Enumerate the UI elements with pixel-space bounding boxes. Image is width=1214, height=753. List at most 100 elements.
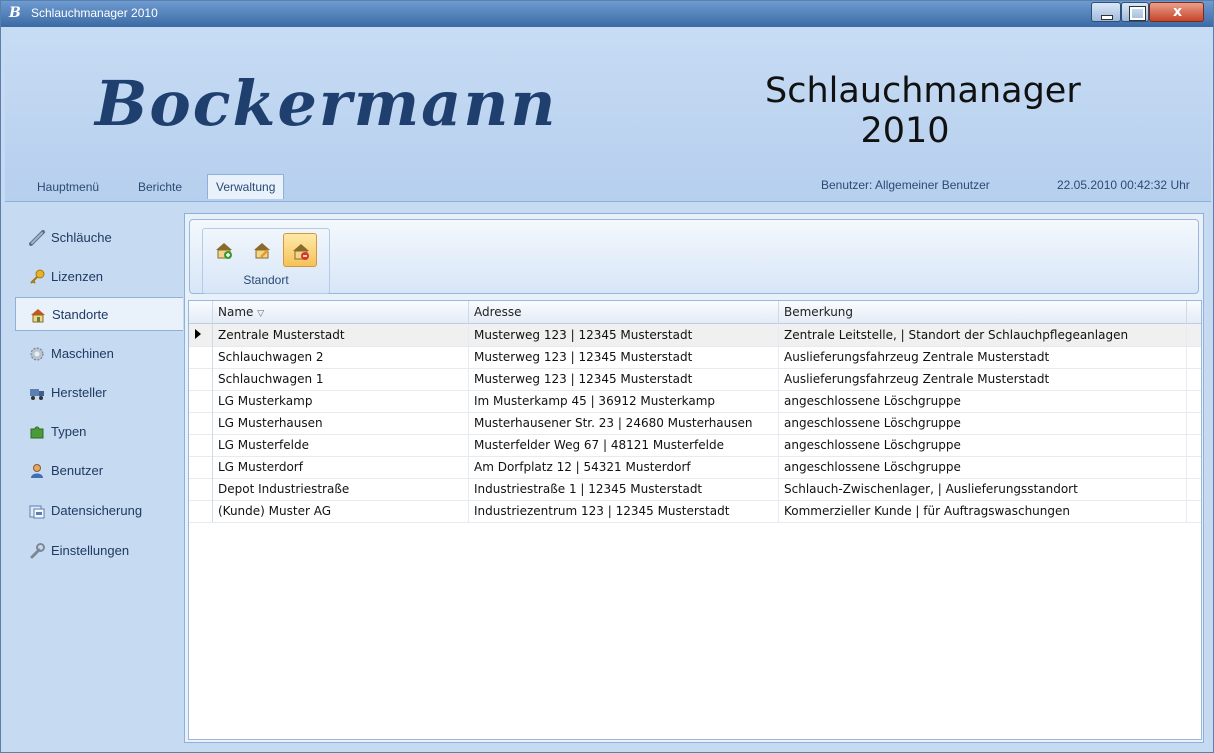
row-selector[interactable] xyxy=(189,456,213,478)
key-icon xyxy=(29,269,45,285)
app-title: Schlauchmanager 2010 xyxy=(765,71,1081,151)
cell-bemerkung[interactable]: Auslieferungsfahrzeug Zentrale Mustersta… xyxy=(779,346,1187,368)
cell-bemerkung[interactable]: Zentrale Leitstelle, | Standort der Schl… xyxy=(779,324,1187,346)
column-header-adresse[interactable]: Adresse xyxy=(469,301,779,323)
cell-name[interactable]: Schlauchwagen 2 xyxy=(213,346,469,368)
cell-adresse[interactable]: Musterweg 123 | 12345 Musterstadt xyxy=(469,346,779,368)
cell-name[interactable]: LG Musterdorf xyxy=(213,456,469,478)
cell-adresse[interactable]: Im Musterkamp 45 | 36912 Musterkamp xyxy=(469,390,779,412)
app-title-line2: 2010 xyxy=(860,111,950,151)
hose-icon xyxy=(29,230,45,246)
cell-name[interactable]: Schlauchwagen 1 xyxy=(213,368,469,390)
sidebar-item-lizenzen[interactable]: Lizenzen xyxy=(15,260,183,294)
table-row[interactable]: Schlauchwagen 2 Musterweg 123 | 12345 Mu… xyxy=(189,346,1201,369)
maximize-icon xyxy=(1129,6,1146,21)
cell-adresse[interactable]: Industriezentrum 123 | 12345 Musterstadt xyxy=(469,500,779,522)
sidebar-item-label: Hersteller xyxy=(51,385,107,400)
row-selector-header xyxy=(189,301,213,323)
app-logo-icon: B xyxy=(9,5,21,21)
gear-icon xyxy=(29,346,45,362)
row-selector[interactable] xyxy=(189,500,213,522)
table-row[interactable]: Zentrale Musterstadt Musterweg 123 | 123… xyxy=(189,324,1201,347)
title-bar[interactable]: B Schlauchmanager 2010 x xyxy=(1,1,1213,27)
sidebar-item-label: Typen xyxy=(51,424,87,439)
sidebar-item-label: Schläuche xyxy=(51,230,112,245)
edit-location-button[interactable] xyxy=(245,233,279,267)
cell-adresse[interactable]: Musterfelder Weg 67 | 48121 Musterfelde xyxy=(469,434,779,456)
row-selector[interactable] xyxy=(189,324,213,346)
ribbon-group-label: Standort xyxy=(243,273,289,287)
table-row[interactable]: LG Musterfelde Musterfelder Weg 67 | 481… xyxy=(189,434,1201,457)
minimize-button[interactable] xyxy=(1091,2,1121,22)
cell-name[interactable]: LG Musterkamp xyxy=(213,390,469,412)
table-row[interactable]: LG Musterdorf Am Dorfplatz 12 | 54321 Mu… xyxy=(189,456,1201,479)
sidebar-item-maschinen[interactable]: Maschinen xyxy=(15,337,183,371)
menu-item-hauptmenue[interactable]: Hauptmenü xyxy=(37,177,99,197)
delete-location-button[interactable] xyxy=(283,233,317,267)
maximize-button[interactable] xyxy=(1121,2,1149,22)
header: Bockermann Schlauchmanager 2010 xyxy=(5,27,1211,202)
cell-adresse[interactable]: Musterweg 123 | 12345 Musterstadt xyxy=(469,368,779,390)
puzzle-icon xyxy=(29,424,45,440)
cell-adresse[interactable]: Musterweg 123 | 12345 Musterstadt xyxy=(469,324,779,346)
column-header-label: Name xyxy=(218,305,254,319)
row-selector[interactable] xyxy=(189,368,213,390)
cell-bemerkung[interactable]: angeschlossene Löschgruppe xyxy=(779,456,1187,478)
backup-icon xyxy=(29,503,45,519)
app-title-line1: Schlauchmanager xyxy=(765,71,1081,111)
cell-bemerkung[interactable]: angeschlossene Löschgruppe xyxy=(779,390,1187,412)
cell-bemerkung[interactable]: Auslieferungsfahrzeug Zentrale Mustersta… xyxy=(779,368,1187,390)
row-selector[interactable] xyxy=(189,478,213,500)
minimize-icon xyxy=(1101,15,1113,20)
row-selector[interactable] xyxy=(189,346,213,368)
ribbon: Standort xyxy=(189,219,1199,294)
cell-name[interactable]: LG Musterhausen xyxy=(213,412,469,434)
cell-name[interactable]: Depot Industriestraße xyxy=(213,478,469,500)
sidebar-item-label: Lizenzen xyxy=(51,269,104,284)
sidebar-item-label: Standorte xyxy=(52,307,109,322)
row-selector[interactable] xyxy=(189,390,213,412)
sidebar-item-benutzer[interactable]: Benutzer xyxy=(15,454,183,488)
wrench-icon xyxy=(29,543,45,559)
row-selector[interactable] xyxy=(189,412,213,434)
sidebar-item-label: Einstellungen xyxy=(51,543,130,558)
cell-adresse[interactable]: Musterhausener Str. 23 | 24680 Musterhau… xyxy=(469,412,779,434)
sidebar-item-schlaeuche[interactable]: Schläuche xyxy=(15,221,183,255)
sidebar-item-label: Maschinen xyxy=(51,346,114,361)
cell-name[interactable]: (Kunde) Muster AG xyxy=(213,500,469,522)
cell-name[interactable]: Zentrale Musterstadt xyxy=(213,324,469,346)
sort-descending-icon: ▽ xyxy=(257,309,265,319)
column-header-name[interactable]: Name ▽ xyxy=(213,301,469,323)
sidebar-item-hersteller[interactable]: Hersteller xyxy=(15,376,183,410)
current-user: Benutzer: Allgemeiner Benutzer xyxy=(821,178,990,192)
sidebar-item-standorte[interactable]: Standorte xyxy=(15,297,183,331)
table-row[interactable]: LG Musterhausen Musterhausener Str. 23 |… xyxy=(189,412,1201,435)
cell-adresse[interactable]: Industriestraße 1 | 12345 Musterstadt xyxy=(469,478,779,500)
menu-item-verwaltung[interactable]: Verwaltung xyxy=(207,174,285,199)
add-location-button[interactable] xyxy=(207,233,241,267)
sidebar-item-datensicherung[interactable]: Datensicherung xyxy=(15,494,183,528)
sidebar-item-einstellungen[interactable]: Einstellungen xyxy=(15,534,183,568)
cell-bemerkung[interactable]: Kommerzieller Kunde | für Auftragswaschu… xyxy=(779,500,1187,522)
sidebar: Schläuche Lizenzen Standorte Maschinen H… xyxy=(15,213,183,741)
cell-bemerkung[interactable]: Schlauch-Zwischenlager, | Auslieferungss… xyxy=(779,478,1187,500)
sidebar-item-label: Benutzer xyxy=(51,463,104,478)
main-content: Standort Name ▽ Adresse Bemerkung Zentra… xyxy=(184,213,1204,743)
sidebar-item-typen[interactable]: Typen xyxy=(15,415,183,449)
table-row[interactable]: Depot Industriestraße Industriestraße 1 … xyxy=(189,478,1201,501)
datetime: 22.05.2010 00:42:32 Uhr xyxy=(1057,178,1190,192)
close-button[interactable]: x xyxy=(1149,2,1204,22)
column-header-bemerkung[interactable]: Bemerkung xyxy=(779,301,1187,323)
table-row[interactable]: (Kunde) Muster AG Industriezentrum 123 |… xyxy=(189,500,1201,523)
table-row[interactable]: LG Musterkamp Im Musterkamp 45 | 36912 M… xyxy=(189,390,1201,413)
row-selector[interactable] xyxy=(189,434,213,456)
brand-logo: Bockermann xyxy=(95,67,558,140)
cell-bemerkung[interactable]: angeschlossene Löschgruppe xyxy=(779,412,1187,434)
menu-item-berichte[interactable]: Berichte xyxy=(138,177,182,197)
cell-adresse[interactable]: Am Dorfplatz 12 | 54321 Musterdorf xyxy=(469,456,779,478)
cell-name[interactable]: LG Musterfelde xyxy=(213,434,469,456)
cell-bemerkung[interactable]: angeschlossene Löschgruppe xyxy=(779,434,1187,456)
app-window: B Schlauchmanager 2010 x Bockermann Schl… xyxy=(0,0,1214,753)
table-row[interactable]: Schlauchwagen 1 Musterweg 123 | 12345 Mu… xyxy=(189,368,1201,391)
window-title: Schlauchmanager 2010 xyxy=(31,6,158,20)
